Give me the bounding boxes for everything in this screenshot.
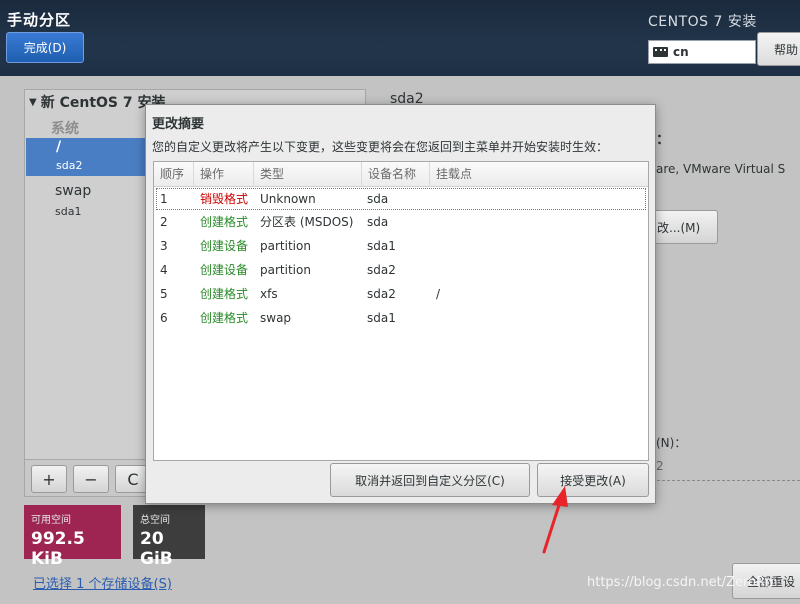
- system-group-label: 系统: [51, 121, 79, 137]
- cell-type: Unknown: [260, 192, 316, 206]
- remove-partition-button[interactable]: −: [73, 465, 109, 493]
- available-space-label: 可用空间: [31, 515, 71, 526]
- column-header-order[interactable]: 顺序: [154, 162, 194, 187]
- cell-action: 创建格式: [200, 215, 249, 229]
- column-header-device[interactable]: 设备名称: [362, 162, 430, 187]
- watermark: https://blog.csdn.net/ZeroRm: [587, 575, 778, 590]
- cell-type: partition: [260, 263, 311, 277]
- cell-action: 创建格式: [200, 287, 249, 301]
- available-space-badge: 可用空间 992.5 KiB: [24, 505, 121, 569]
- cell-device: sda2: [367, 263, 396, 277]
- total-space-value: 20 GiB: [140, 529, 173, 569]
- cell-order: 3: [160, 239, 168, 253]
- annotation-arrow-icon: [542, 486, 568, 554]
- detail-colon-label: ：: [656, 132, 670, 148]
- cell-type: partition: [260, 239, 311, 253]
- cell-order: 4: [160, 263, 168, 277]
- changes-table: 顺序 操作 类型 设备名称 挂载点 1 销毁格式 Unknown sda 2 创…: [153, 161, 649, 461]
- table-row[interactable]: 4 创建设备 partition sda2: [156, 260, 646, 282]
- name-field[interactable]: 2: [652, 453, 800, 481]
- cell-action: 创建设备: [200, 239, 249, 253]
- device-info-text: are, VMware Virtual S: [656, 162, 786, 176]
- keyboard-icon: [653, 47, 668, 57]
- cancel-and-return-button[interactable]: 取消并返回到自定义分区(C): [330, 463, 530, 497]
- dialog-description: 您的自定义更改将产生以下变更，这些变更将会在您返回到主菜单并开始安装时生效：: [152, 140, 609, 154]
- column-header-action[interactable]: 操作: [194, 162, 254, 187]
- done-button[interactable]: 完成(D): [6, 32, 84, 63]
- partition-device: sda2: [56, 159, 83, 172]
- help-button[interactable]: 帮助: [757, 32, 800, 66]
- total-space-label: 总空间: [140, 515, 170, 526]
- column-header-type[interactable]: 类型: [254, 162, 362, 187]
- table-row[interactable]: 2 创建格式 分区表 (MSDOS) sda: [156, 212, 646, 234]
- cell-order: 6: [160, 311, 168, 325]
- expander-down-icon[interactable]: ▼: [29, 97, 37, 108]
- cell-device: sda1: [367, 311, 396, 325]
- table-row[interactable]: 5 创建格式 xfs sda2 /: [156, 284, 646, 306]
- keyboard-layout-label: cn: [673, 45, 689, 59]
- partition-mount: swap: [55, 183, 92, 199]
- cell-action: 创建设备: [200, 263, 249, 277]
- page-title: 手动分区: [7, 11, 72, 29]
- cell-order: 5: [160, 287, 168, 301]
- dialog-title: 更改摘要: [152, 117, 205, 132]
- partition-mount: /: [56, 139, 62, 155]
- header-bar: 手动分区 完成(D) CENTOS 7 安装 cn 帮助: [0, 0, 800, 76]
- cell-order: 2: [160, 215, 168, 229]
- cell-type: 分区表 (MSDOS): [260, 215, 354, 229]
- keyboard-layout-indicator[interactable]: cn: [648, 40, 756, 64]
- table-header: 顺序 操作 类型 设备名称 挂载点: [154, 162, 648, 187]
- cell-action: 创建格式: [200, 311, 249, 325]
- table-row[interactable]: 3 创建设备 partition sda1: [156, 236, 646, 258]
- cell-order: 1: [160, 192, 168, 206]
- cell-type: xfs: [260, 287, 278, 301]
- cell-mount: /: [436, 287, 441, 301]
- cell-action: 销毁格式: [200, 192, 249, 206]
- partition-device: sda1: [55, 205, 82, 218]
- summary-of-changes-dialog: 更改摘要 您的自定义更改将产生以下变更，这些变更将会在您返回到主菜单并开始安装时…: [145, 104, 656, 504]
- total-space-badge: 总空间 20 GiB: [133, 505, 205, 569]
- cell-device: sda2: [367, 287, 396, 301]
- cell-type: swap: [260, 311, 292, 325]
- name-field-label: (N)：: [656, 436, 687, 450]
- table-row[interactable]: 6 创建格式 swap sda1: [156, 308, 646, 330]
- cell-device: sda1: [367, 239, 396, 253]
- cell-device: sda: [367, 215, 389, 229]
- available-space-value: 992.5 KiB: [31, 529, 85, 569]
- cell-device: sda: [367, 192, 389, 206]
- table-row[interactable]: 1 销毁格式 Unknown sda: [156, 188, 646, 210]
- storage-devices-link[interactable]: 已选择 1 个存储设备(S): [33, 573, 172, 592]
- add-partition-button[interactable]: +: [31, 465, 67, 493]
- modify-button[interactable]: 改...(M): [652, 210, 718, 244]
- product-title: CENTOS 7 安装: [648, 14, 757, 30]
- column-header-mount[interactable]: 挂载点: [430, 162, 648, 187]
